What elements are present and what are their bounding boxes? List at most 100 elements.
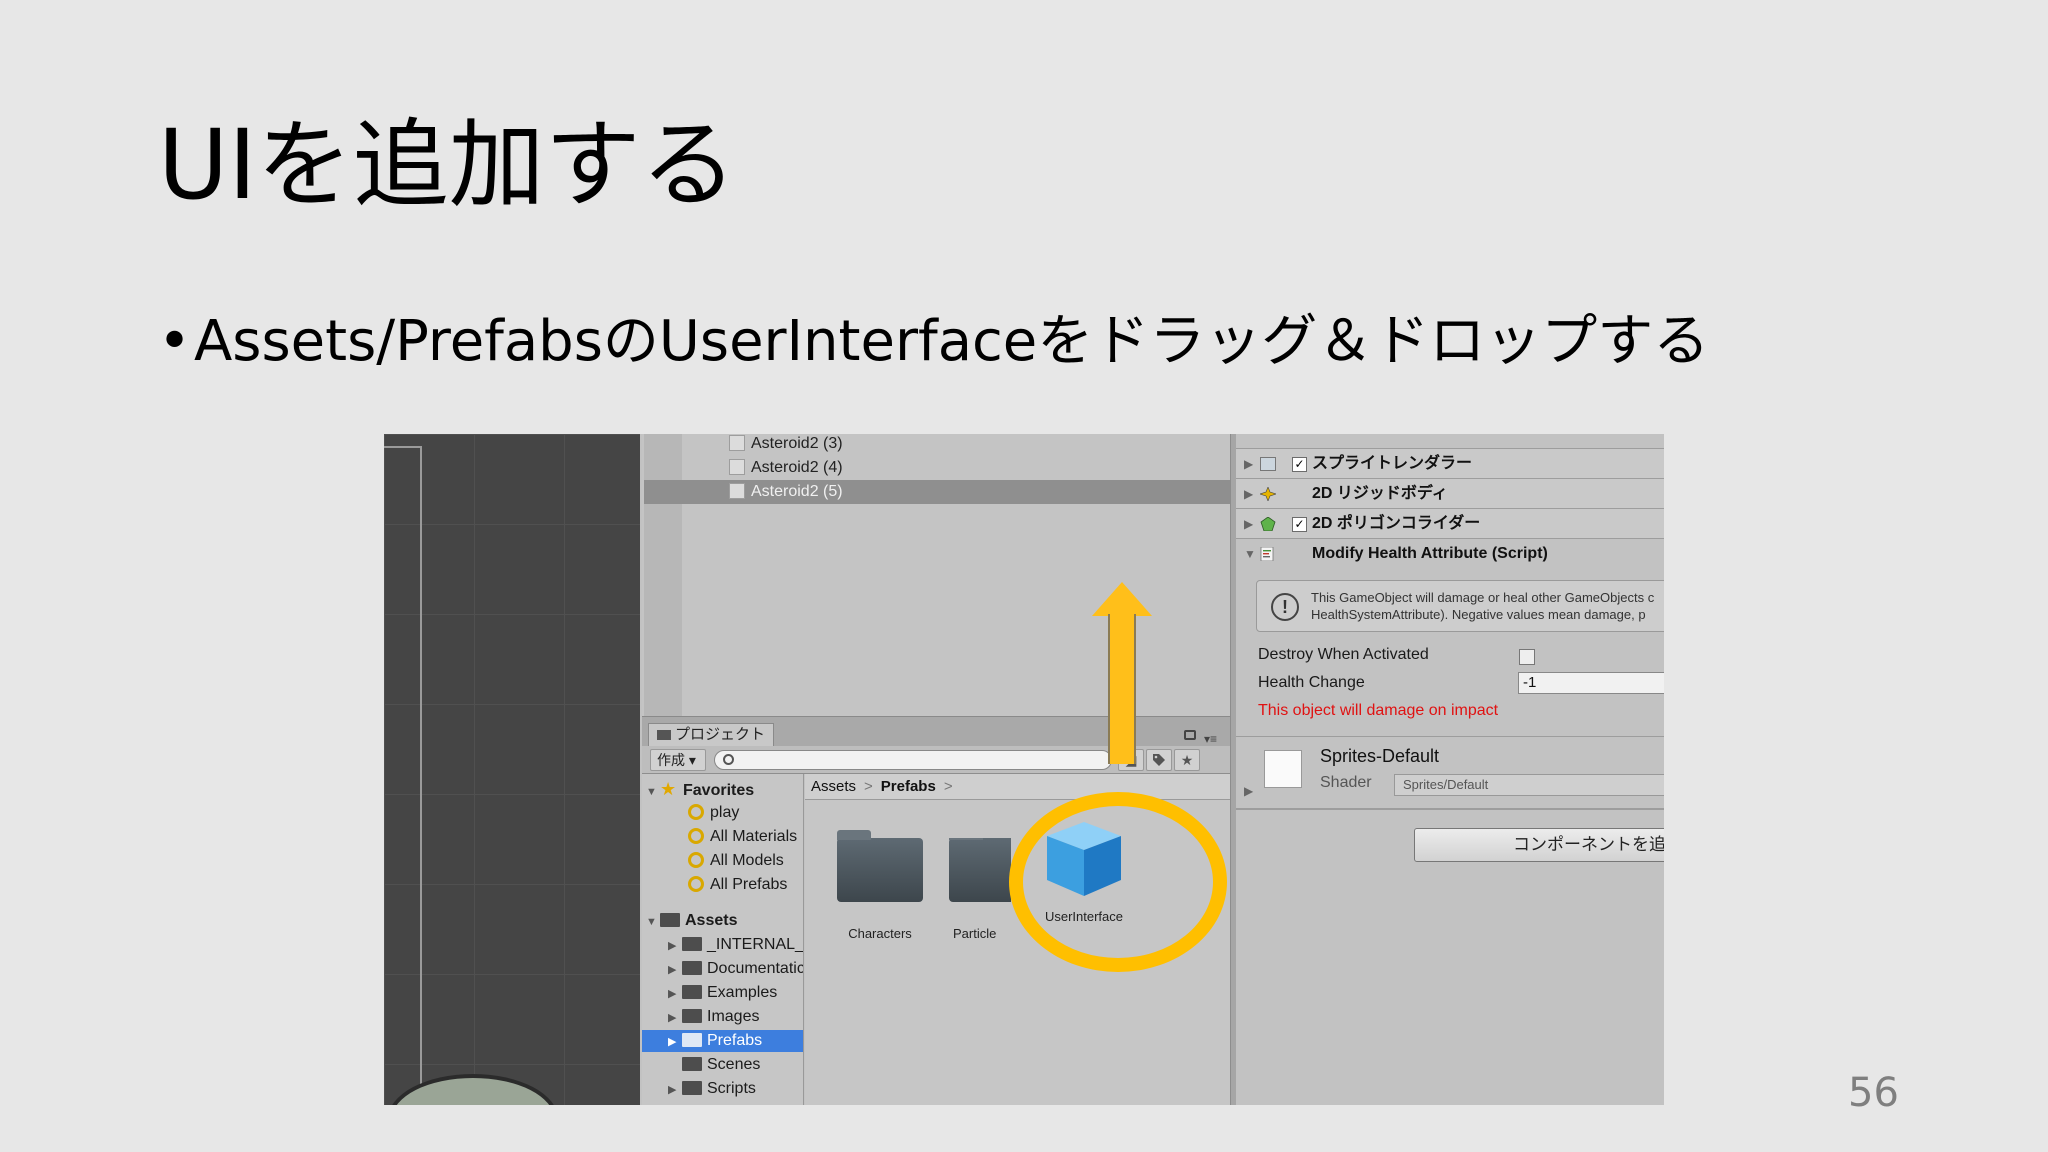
script-icon — [1260, 547, 1274, 561]
saved-search-icon — [688, 828, 704, 844]
tree-folder[interactable]: ▶ _INTERNAL_ — [668, 934, 803, 956]
help-text-line-1: This GameObject will damage or heal othe… — [1311, 590, 1655, 605]
camera-frame-top — [384, 446, 422, 448]
highlight-circle — [1009, 792, 1227, 972]
gameobject-icon — [729, 483, 745, 499]
destroy-when-activated-label: Destroy When Activated — [1258, 646, 1429, 663]
shader-dropdown[interactable]: Sprites/Default — [1394, 774, 1664, 796]
tree-favorite-item[interactable]: play — [688, 802, 739, 824]
collapsed-triangle-icon: ▶ — [668, 964, 677, 976]
collapsed-triangle-icon: ▶ — [668, 1012, 677, 1024]
collapsed-triangle-icon: ▶ — [668, 988, 677, 1000]
divider — [1236, 736, 1664, 737]
tree-folder-selected[interactable]: ▶ Prefabs — [642, 1030, 803, 1052]
project-tree: ▼ ★ Favorites play All Materials All Model… — [642, 774, 804, 1105]
folder-icon — [682, 961, 702, 975]
tree-favorite-item[interactable]: All Prefabs — [688, 874, 787, 896]
bullet-mark: • — [158, 309, 192, 374]
panel-menu-icon[interactable]: ▾≡ — [1204, 732, 1217, 746]
component-enabled-checkbox[interactable]: ✓ — [1292, 517, 1307, 532]
tree-favorites[interactable]: ▼ ★ Favorites — [646, 778, 754, 800]
collapsed-triangle-icon: ▶ — [668, 1036, 677, 1048]
bullet-text: Assets/PrefabsのUserInterfaceをドラッグ＆ドロップする — [194, 309, 1710, 374]
collapsed-triangle-icon[interactable]: ▶ — [1244, 784, 1253, 798]
tree-favorite-item[interactable]: All Materials — [688, 826, 797, 848]
material-preview[interactable] — [1264, 750, 1302, 788]
scene-view[interactable] — [384, 434, 640, 1105]
folder-icon — [657, 730, 671, 740]
tree-folder[interactable]: ▶ Scripts — [668, 1078, 803, 1100]
breadcrumb-assets[interactable]: Assets — [811, 778, 856, 795]
gameobject-icon — [729, 435, 745, 451]
component-polygon-collider[interactable]: ▶ ✓ 2D ポリゴンコライダー — [1236, 508, 1664, 538]
add-component-button[interactable]: コンポーネントを追加 — [1414, 828, 1664, 862]
expanded-triangle-icon: ▼ — [1244, 547, 1256, 561]
hierarchy-item[interactable]: Asteroid2 (3) — [729, 434, 843, 456]
gameobject-icon — [729, 459, 745, 475]
camera-frame-line — [420, 446, 422, 1105]
project-tabbar: プロジェクト — [642, 716, 1230, 749]
collapsed-triangle-icon: ▶ — [1244, 487, 1254, 501]
asteroid-sprite[interactable] — [388, 1074, 558, 1105]
search-input[interactable] — [714, 750, 1112, 770]
breadcrumb: Assets > Prefabs > — [805, 774, 1230, 800]
expand-triangle-icon: ▼ — [646, 916, 657, 928]
health-change-input[interactable]: -1 — [1518, 672, 1664, 694]
warning-text: This object will damage on impact — [1258, 702, 1499, 719]
sprite-renderer-icon — [1260, 457, 1276, 471]
folder-icon — [682, 985, 702, 999]
collapsed-triangle-icon: ▶ — [668, 1084, 677, 1096]
destroy-when-activated-checkbox[interactable] — [1519, 649, 1535, 665]
saved-search-icon — [688, 876, 704, 892]
asset-folder-characters[interactable]: Characters — [825, 830, 935, 941]
health-change-label: Health Change — [1258, 674, 1365, 691]
tree-folder[interactable]: Scenes — [668, 1054, 803, 1076]
component-rigidbody2d[interactable]: ▶ 2D リジッドボディ — [1236, 478, 1664, 508]
saved-search-icon — [688, 852, 704, 868]
component-sprite-renderer[interactable]: ▶ ✓ スプライトレンダラー — [1236, 448, 1664, 478]
folder-icon — [682, 1033, 702, 1047]
folder-icon — [949, 838, 1011, 902]
tree-assets[interactable]: ▼ Assets — [646, 910, 737, 932]
tree-favorite-item[interactable]: All Models — [688, 850, 784, 872]
divider — [1236, 808, 1664, 810]
collapsed-triangle-icon: ▶ — [1244, 457, 1254, 471]
collapsed-triangle-icon: ▶ — [668, 940, 677, 952]
expand-triangle-icon: ▼ — [646, 786, 657, 798]
collapsed-triangle-icon: ▶ — [1244, 517, 1254, 531]
polygon-collider-icon — [1260, 517, 1276, 531]
saved-search-icon — [688, 804, 704, 820]
folder-icon — [682, 1057, 702, 1071]
help-text-line-2: HealthSystemAttribute). Negative values … — [1311, 607, 1646, 622]
project-toolbar: 作成 ▾ ◢ ★ — [642, 746, 1230, 774]
tree-folder[interactable]: ▶ Documentatic — [668, 958, 803, 980]
info-icon: ! — [1271, 593, 1299, 621]
component-modify-health[interactable]: ▼ Modify Health Attribute (Script) — [1236, 538, 1664, 568]
shader-label: Shader — [1320, 774, 1372, 791]
favorite-star-button[interactable]: ★ — [1174, 749, 1200, 771]
tree-folder[interactable]: ▶ Examples — [668, 982, 803, 1004]
component-enabled-checkbox[interactable]: ✓ — [1292, 457, 1307, 472]
tree-folder[interactable]: ▶ Images — [668, 1006, 803, 1028]
page-number: 56 — [1848, 1070, 1899, 1116]
slide-title: UIを追加する — [158, 109, 737, 221]
asset-folder-particle[interactable]: Particle — [941, 838, 1011, 941]
filter-label-button[interactable] — [1146, 749, 1172, 771]
hierarchy-item[interactable]: Asteroid2 (4) — [729, 456, 843, 480]
drag-arrow-shaft — [1108, 614, 1136, 764]
rigidbody2d-icon — [1260, 487, 1276, 501]
lock-icon[interactable] — [1184, 730, 1196, 740]
folder-icon — [660, 913, 680, 927]
breadcrumb-prefabs[interactable]: Prefabs — [881, 778, 936, 795]
folder-icon — [682, 1081, 702, 1095]
help-box: ! This GameObject will damage or heal ot… — [1256, 580, 1664, 632]
folder-icon — [682, 1009, 702, 1023]
create-button[interactable]: 作成 ▾ — [650, 749, 706, 771]
hierarchy-gutter — [644, 434, 682, 716]
search-icon — [723, 754, 734, 765]
material-name: Sprites-Default — [1320, 746, 1440, 766]
bullet-point: •Assets/PrefabsのUserInterfaceをドラッグ＆ドロップす… — [158, 306, 1709, 378]
drag-arrow-head — [1092, 582, 1152, 616]
folder-icon — [682, 937, 702, 951]
tag-icon — [1153, 754, 1165, 766]
